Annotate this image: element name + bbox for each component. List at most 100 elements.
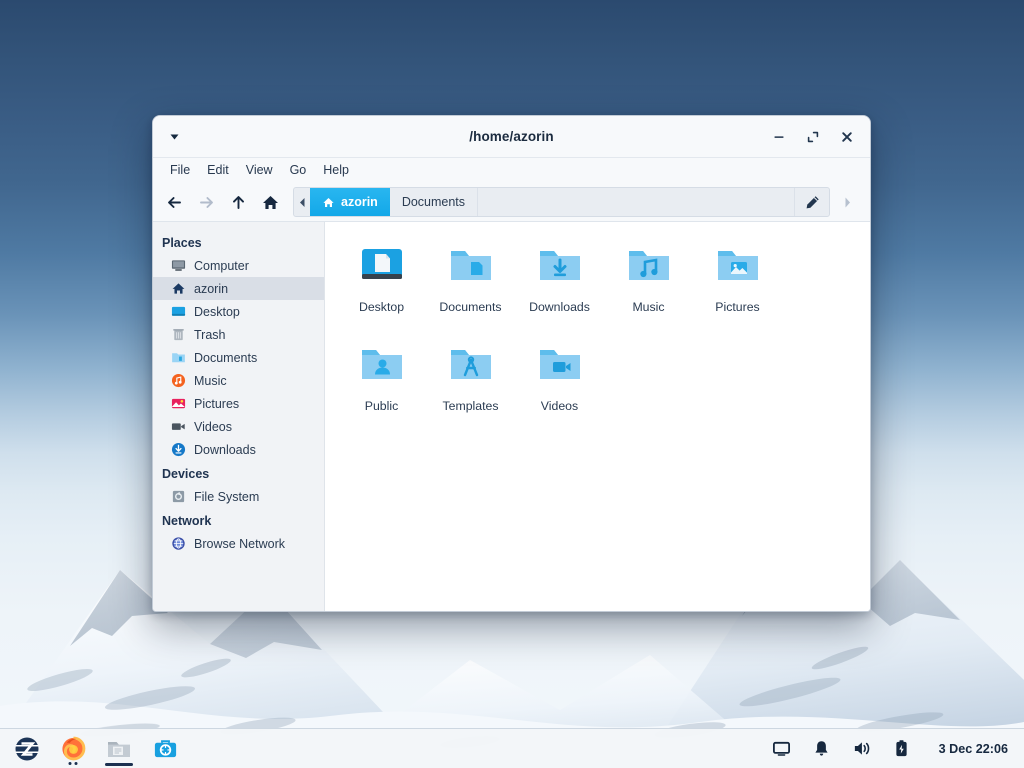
- sidebar-label-file-system: File System: [194, 490, 259, 504]
- file-label-public: Public: [365, 399, 399, 413]
- file-label-templates: Templates: [442, 399, 498, 413]
- music-icon: [170, 373, 186, 389]
- file-item-public[interactable]: Public: [337, 335, 426, 434]
- arrow-left-icon: [165, 193, 184, 212]
- home-icon: [170, 281, 186, 297]
- sidebar-item-computer[interactable]: Computer: [153, 254, 324, 277]
- volume-icon[interactable]: [851, 738, 873, 760]
- forward-button[interactable]: [191, 187, 221, 217]
- file-label-documents: Documents: [439, 300, 501, 314]
- menu-edit[interactable]: Edit: [199, 161, 237, 180]
- file-label-pictures: Pictures: [715, 300, 759, 314]
- close-button[interactable]: [834, 124, 860, 150]
- pathbar-scroll-right-button[interactable]: [832, 187, 862, 217]
- system-tray: 3 Dec 22:06: [771, 738, 1014, 760]
- file-item-pictures[interactable]: Pictures: [693, 236, 782, 335]
- chevron-left-icon: [298, 197, 307, 208]
- pencil-icon: [804, 194, 821, 211]
- file-manager-window: /home/azorin File Edit View: [152, 115, 871, 612]
- notification-bell-icon[interactable]: [811, 738, 833, 760]
- menu-view[interactable]: View: [238, 161, 281, 180]
- sidebar-item-documents[interactable]: Documents: [153, 346, 324, 369]
- file-label-music: Music: [632, 300, 664, 314]
- desktop-icon: [170, 304, 186, 320]
- sidebar-item-music[interactable]: Music: [153, 369, 324, 392]
- sidebar-item-azorin[interactable]: azorin: [153, 277, 324, 300]
- pathbar-empty-space: [478, 188, 795, 216]
- window-controls: [766, 116, 860, 157]
- downloads-folder-icon: [534, 240, 586, 292]
- menu-go[interactable]: Go: [282, 161, 315, 180]
- window-titlebar[interactable]: /home/azorin: [153, 116, 870, 158]
- sidebar-label-computer: Computer: [194, 259, 249, 273]
- sidebar-item-file-system[interactable]: File System: [153, 485, 324, 508]
- window-menu-button[interactable]: [161, 124, 187, 150]
- sidebar-label-documents: Documents: [194, 351, 257, 365]
- zorin-menu-icon[interactable]: [10, 732, 44, 766]
- file-item-documents[interactable]: Documents: [426, 236, 515, 335]
- documents-folder-icon: [445, 240, 497, 292]
- maximize-button[interactable]: [800, 124, 826, 150]
- trash-icon: [170, 327, 186, 343]
- battery-charging-icon[interactable]: [891, 738, 913, 760]
- arrow-right-icon: [197, 193, 216, 212]
- sidebar-heading-network: Network: [153, 510, 324, 532]
- videos-folder-icon: [534, 339, 586, 391]
- sidebar-item-pictures[interactable]: Pictures: [153, 392, 324, 415]
- close-icon: [840, 130, 854, 144]
- sidebar-label-pictures: Pictures: [194, 397, 239, 411]
- sidebar-item-downloads[interactable]: Downloads: [153, 438, 324, 461]
- file-item-downloads[interactable]: Downloads: [515, 236, 604, 335]
- menu-help[interactable]: Help: [315, 161, 357, 180]
- back-button[interactable]: [159, 187, 189, 217]
- file-manager-icon[interactable]: [102, 732, 136, 766]
- videos-icon: [170, 419, 186, 435]
- minimize-button[interactable]: [766, 124, 792, 150]
- sidebar-label-browse-network: Browse Network: [194, 537, 285, 551]
- navigation-toolbar: azorin Documents: [153, 183, 870, 222]
- documents-folder-icon: [170, 350, 186, 366]
- triangle-down-icon: [168, 130, 181, 143]
- templates-folder-icon: [445, 339, 497, 391]
- file-label-desktop: Desktop: [359, 300, 404, 314]
- software-icon[interactable]: [148, 732, 182, 766]
- sidebar-label-videos: Videos: [194, 420, 232, 434]
- file-item-templates[interactable]: Templates: [426, 335, 515, 434]
- breadcrumb-azorin[interactable]: azorin: [310, 188, 390, 216]
- taskbar: 3 Dec 22:06: [0, 728, 1024, 768]
- home-button[interactable]: [255, 187, 285, 217]
- chevron-right-icon: [842, 196, 853, 209]
- minimize-icon: [772, 130, 786, 144]
- places-sidebar: Places Computer azorin: [153, 222, 325, 611]
- sidebar-label-desktop: Desktop: [194, 305, 240, 319]
- firefox-running-indicator: [69, 762, 78, 765]
- sidebar-item-browse-network[interactable]: Browse Network: [153, 532, 324, 555]
- firefox-icon[interactable]: [56, 732, 90, 766]
- network-globe-icon: [170, 536, 186, 552]
- sidebar-heading-devices: Devices: [153, 463, 324, 485]
- menu-file[interactable]: File: [162, 161, 198, 180]
- file-list-area[interactable]: Desktop Documents: [325, 222, 870, 611]
- file-label-downloads: Downloads: [529, 300, 590, 314]
- computer-icon: [170, 258, 186, 274]
- pathbar-scroll-left-button[interactable]: [294, 188, 310, 216]
- breadcrumb-documents[interactable]: Documents: [390, 188, 478, 216]
- home-icon: [322, 196, 335, 209]
- file-item-desktop[interactable]: Desktop: [337, 236, 426, 335]
- pictures-icon: [170, 396, 186, 412]
- edit-path-button[interactable]: [795, 188, 829, 216]
- clock[interactable]: 3 Dec 22:06: [939, 742, 1008, 756]
- menubar: File Edit View Go Help: [153, 158, 870, 183]
- public-folder-icon: [356, 339, 408, 391]
- downloads-icon: [170, 442, 186, 458]
- sidebar-heading-places: Places: [153, 232, 324, 254]
- up-button[interactable]: [223, 187, 253, 217]
- desktop-folder-icon: [356, 240, 408, 292]
- file-item-videos[interactable]: Videos: [515, 335, 604, 434]
- display-icon[interactable]: [771, 738, 793, 760]
- sidebar-item-trash[interactable]: Trash: [153, 323, 324, 346]
- sidebar-item-desktop[interactable]: Desktop: [153, 300, 324, 323]
- file-item-music[interactable]: Music: [604, 236, 693, 335]
- sidebar-item-videos[interactable]: Videos: [153, 415, 324, 438]
- arrow-up-icon: [229, 193, 248, 212]
